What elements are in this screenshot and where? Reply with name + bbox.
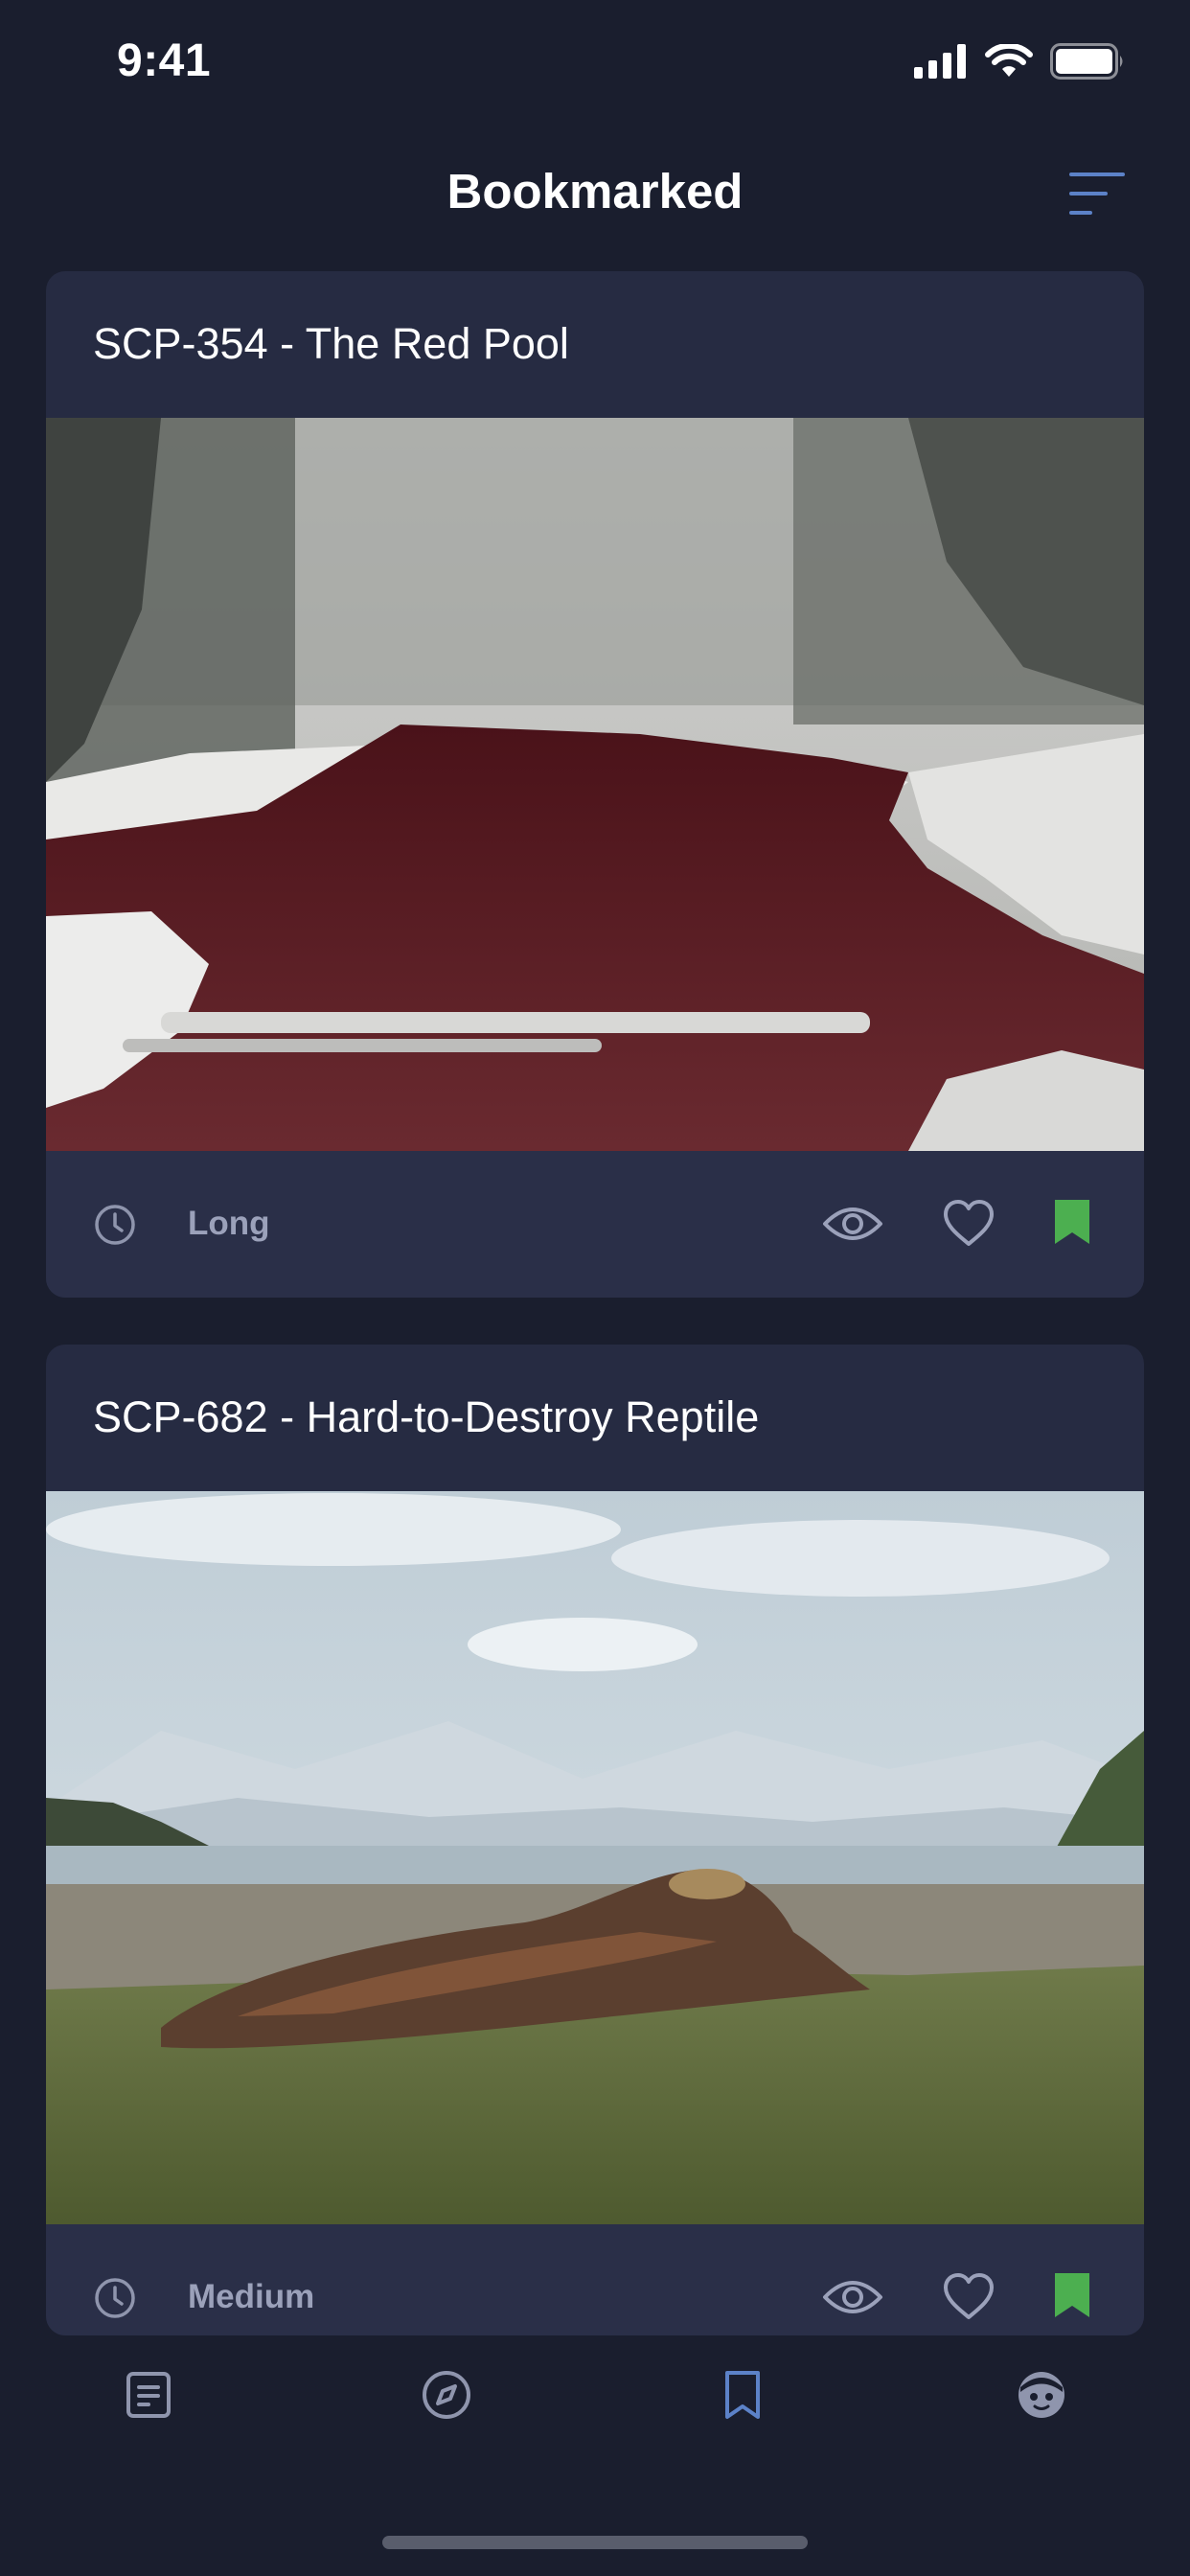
eye-icon[interactable] bbox=[822, 1201, 883, 1247]
card-footer: Medium bbox=[46, 2224, 1144, 2335]
clock-icon bbox=[95, 2278, 135, 2318]
bookmark-icon[interactable] bbox=[714, 2366, 771, 2424]
document-icon[interactable] bbox=[120, 2366, 177, 2424]
compass-icon[interactable] bbox=[418, 2366, 475, 2424]
header: Bookmarked bbox=[0, 144, 1190, 240]
card-title: SCP-354 - The Red Pool bbox=[93, 319, 569, 368]
status-time: 9:41 bbox=[117, 35, 212, 86]
page-title: Bookmarked bbox=[446, 164, 744, 218]
wifi-icon bbox=[985, 44, 1033, 77]
bookmark-filled-icon[interactable] bbox=[1052, 1197, 1092, 1247]
home-indicator bbox=[382, 2536, 808, 2549]
reading-length-label: Long bbox=[188, 1205, 270, 1242]
clock-icon bbox=[95, 1205, 135, 1245]
card-title: SCP-682 - Hard-to-Destroy Reptile bbox=[93, 1392, 760, 1441]
article-card[interactable]: SCP-682 - Hard-to-Destroy Reptile Medium bbox=[46, 1345, 1144, 2335]
article-card[interactable]: SCP-354 - The Red Pool Long bbox=[46, 271, 1144, 1298]
face-icon[interactable] bbox=[1013, 2366, 1070, 2424]
heart-icon[interactable] bbox=[942, 1198, 995, 1248]
status-icons bbox=[914, 42, 1125, 80]
battery-icon bbox=[1050, 43, 1123, 80]
card-footer: Long bbox=[46, 1151, 1144, 1298]
sort-lines-icon[interactable] bbox=[1067, 169, 1127, 218]
heart-icon[interactable] bbox=[942, 2271, 995, 2321]
status-bar: 9:41 bbox=[0, 0, 1190, 134]
cellular-signal-icon bbox=[914, 44, 966, 79]
bookmark-filled-icon[interactable] bbox=[1052, 2270, 1092, 2320]
card-image-red-pool bbox=[46, 418, 1144, 1151]
eye-icon[interactable] bbox=[822, 2274, 883, 2320]
card-image-reptile bbox=[46, 1491, 1144, 2224]
reading-length-label: Medium bbox=[188, 2278, 315, 2315]
